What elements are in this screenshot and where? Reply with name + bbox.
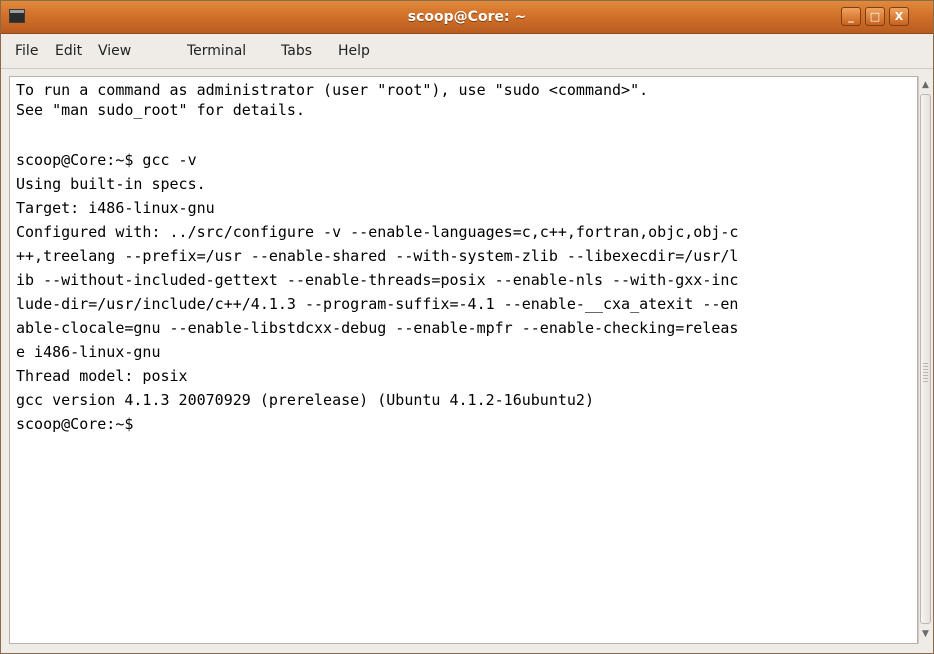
scrollbar-grip-icon: [923, 363, 928, 383]
menu-edit[interactable]: Edit: [55, 43, 82, 59]
terminal-line: e i486-linux-gnu: [16, 343, 161, 361]
terminal-line: gcc version 4.1.3 20070929 (prerelease) …: [16, 391, 594, 409]
menu-terminal[interactable]: Terminal: [187, 43, 246, 59]
terminal-line: ib --without-included-gettext --enable-t…: [16, 271, 739, 289]
title-bar[interactable]: scoop@Core: ~ _ □ X: [1, 1, 933, 34]
menu-file[interactable]: File: [15, 43, 38, 59]
terminal-line: Thread model: posix: [16, 367, 188, 385]
terminal-line: ++,treelang --prefix=/usr --enable-share…: [16, 247, 739, 265]
terminal-prompt: scoop@Core:~$: [16, 415, 134, 433]
terminal-line: Target: i486-linux-gnu: [16, 199, 215, 217]
menu-tabs[interactable]: Tabs: [281, 43, 312, 59]
scroll-up-arrow-icon[interactable]: ▲: [919, 78, 932, 93]
terminal-line: scoop@Core:~$ gcc -v: [16, 151, 197, 169]
terminal-line: Configured with: ../src/configure -v --e…: [16, 223, 739, 241]
vertical-scrollbar[interactable]: ▲ ▼: [918, 76, 932, 644]
terminal-window: scoop@Core: ~ _ □ X File Edit View Termi…: [0, 0, 934, 654]
terminal-line: See "man sudo_root" for details.: [16, 101, 305, 119]
scroll-down-arrow-icon[interactable]: ▼: [919, 627, 932, 642]
menu-bar: File Edit View Terminal Tabs Help: [1, 34, 933, 69]
maximize-button[interactable]: □: [865, 7, 885, 26]
terminal-line: Using built-in specs.: [16, 175, 206, 193]
menu-help[interactable]: Help: [338, 43, 370, 59]
terminal-output[interactable]: To run a command as administrator (user …: [9, 76, 918, 644]
terminal-line: able-clocale=gnu --enable-libstdcxx-debu…: [16, 319, 739, 337]
close-button[interactable]: X: [889, 7, 909, 26]
menu-view[interactable]: View: [98, 43, 131, 59]
minimize-button[interactable]: _: [841, 7, 861, 26]
terminal-line: lude-dir=/usr/include/c++/4.1.3 --progra…: [16, 295, 739, 313]
scrollbar-thumb[interactable]: [920, 94, 931, 624]
window-title: scoop@Core: ~: [407, 9, 527, 25]
terminal-line: To run a command as administrator (user …: [16, 81, 649, 99]
